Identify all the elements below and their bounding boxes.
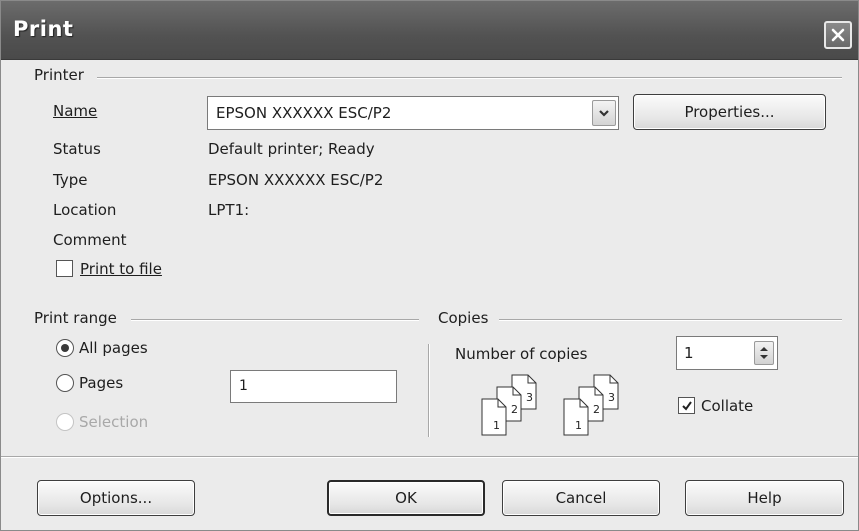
print-range-group-divider [131,319,419,321]
close-icon [831,28,845,42]
pages-label[interactable]: Pages [79,374,123,392]
name-label-text: Name [53,102,98,120]
sheet-2: 2 [511,403,518,416]
print-to-file-checkbox[interactable] [56,260,73,277]
sheet-1: 1 [493,419,500,432]
print-dialog: Print Printer Name EPSON XXXXXX ESC/P2 P… [0,0,859,531]
pages-input-value: 1 [239,378,248,394]
sheet-3: 3 [608,391,615,404]
help-button-label: Help [747,489,782,507]
ok-button-label: OK [395,489,417,507]
status-value: Default printer; Ready [208,140,375,158]
all-pages-radio[interactable] [56,339,74,357]
collate-label[interactable]: Collate [701,397,753,415]
spin-arrows-icon[interactable] [754,341,774,365]
collate-pages-icon: 3 2 1 [481,374,537,436]
close-button[interactable] [824,21,852,49]
printer-name-dropdown[interactable]: EPSON XXXXXX ESC/P2 [207,96,619,130]
options-button-label: Options... [79,489,153,507]
pages-radio[interactable] [56,374,74,392]
printer-group-divider [97,77,842,79]
pages-input[interactable]: 1 [230,370,397,403]
location-value: LPT1: [208,201,250,219]
collate-checkbox[interactable] [678,397,695,414]
sheet-2: 2 [593,403,600,416]
number-of-copies-label: Number of copies [455,345,588,363]
location-label: Location [53,201,117,219]
range-copies-divider [428,344,430,437]
all-pages-label[interactable]: All pages [79,339,148,357]
selection-label: Selection [79,413,149,431]
copies-group-divider [499,319,842,321]
copies-value: 1 [684,344,694,362]
spin-up-icon[interactable] [759,346,769,352]
options-button[interactable]: Options... [37,480,195,516]
print-to-file-text: Print to file [80,260,162,278]
properties-button-label: Properties... [684,103,775,121]
copies-spinner[interactable]: 1 [676,336,778,370]
print-range-group-label: Print range [34,309,117,327]
radio-selected-dot [61,344,69,352]
checkmark-icon [681,400,692,411]
copies-group-label: Copies [438,309,489,327]
ok-button[interactable]: OK [327,480,485,516]
button-bar-separator [1,456,858,458]
name-label: Name [53,102,97,120]
comment-label: Comment [53,231,127,249]
chevron-down-icon [599,110,609,117]
status-label: Status [53,140,101,158]
spin-down-icon[interactable] [759,354,769,360]
title-bar[interactable]: Print [1,1,858,60]
cancel-button[interactable]: Cancel [502,480,660,516]
collate-pages-icon: 3 2 1 [563,374,619,436]
type-value: EPSON XXXXXX ESC/P2 [208,171,384,189]
type-label: Type [53,171,88,189]
cancel-button-label: Cancel [555,489,607,507]
help-button[interactable]: Help [685,480,844,516]
printer-group-label: Printer [34,66,84,84]
printer-name-value: EPSON XXXXXX ESC/P2 [216,104,392,122]
print-to-file-label[interactable]: Print to file [80,260,162,278]
sheet-3: 3 [526,391,533,404]
selection-radio [56,413,74,431]
window-title: Print [13,17,74,41]
sheet-1: 1 [575,419,582,432]
dropdown-button[interactable] [592,100,616,126]
properties-button[interactable]: Properties... [633,94,826,130]
